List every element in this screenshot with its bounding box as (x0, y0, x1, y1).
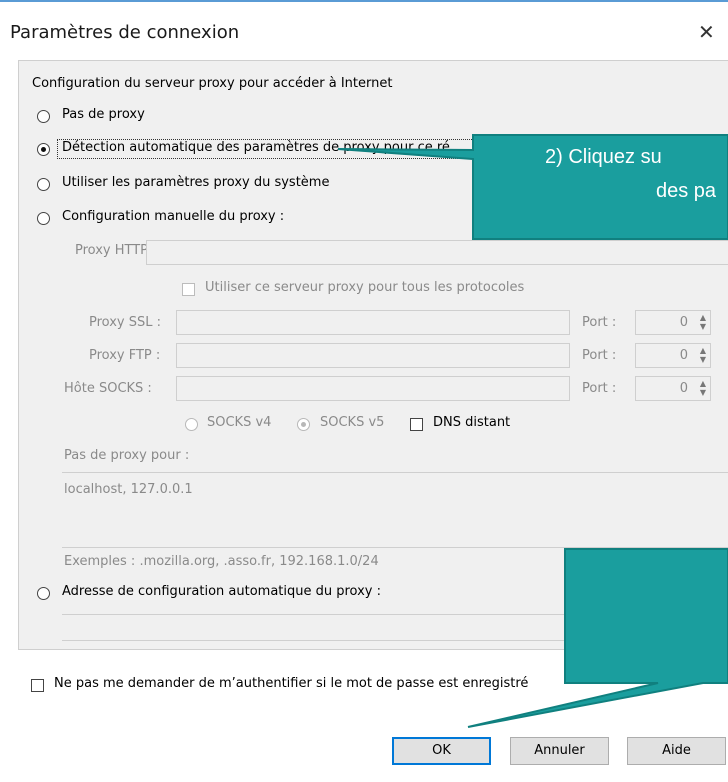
autoconfig-url-input-top (62, 614, 728, 615)
no-proxy-for-label: Pas de proxy pour : (64, 448, 190, 463)
ftp-port-stepper[interactable]: 0 ▲ ▼ (635, 343, 711, 368)
callout-text: 2) Cliquez su des pa (545, 140, 716, 208)
window-top-border (0, 0, 728, 2)
use-all-protocols-label: Utiliser ce serveur proxy pour tous les … (205, 280, 525, 295)
radio-no-proxy[interactable] (37, 110, 50, 123)
proxy-http-label: Proxy HTTP : (75, 243, 157, 258)
radio-system-proxy-label[interactable]: Utiliser les paramètres proxy du système (62, 175, 329, 190)
radio-socks-v4[interactable] (185, 418, 198, 431)
dns-remote-checkbox[interactable] (410, 418, 423, 431)
proxy-ftp-label: Proxy FTP : (89, 348, 161, 363)
radio-manual-proxy[interactable] (37, 212, 50, 225)
proxy-http-input[interactable] (146, 240, 728, 265)
radio-no-proxy-label[interactable]: Pas de proxy (62, 107, 145, 122)
spin-arrows-icon[interactable]: ▲ ▼ (700, 346, 706, 364)
auth-checkbox-label[interactable]: Ne pas me demander de m’authentifier si … (54, 676, 528, 691)
socks-host-input[interactable] (176, 376, 570, 401)
socks-port-value: 0 (679, 381, 688, 396)
no-proxy-textarea-bottom (62, 547, 728, 548)
proxy-ssl-input[interactable] (176, 310, 570, 335)
spin-arrows-icon[interactable]: ▲ ▼ (700, 313, 706, 331)
no-proxy-value[interactable]: localhost, 127.0.0.1 (64, 482, 193, 497)
use-all-protocols-checkbox[interactable] (182, 283, 195, 296)
socks-v4-label: SOCKS v4 (207, 415, 272, 430)
ok-button[interactable]: OK (392, 737, 491, 765)
dialog-title: Paramètres de connexion (10, 22, 240, 43)
help-button[interactable]: Aide (627, 737, 726, 765)
radio-auto-detect[interactable] (37, 143, 50, 156)
proxy-ssl-label: Proxy SSL : (89, 315, 162, 330)
radio-system-proxy[interactable] (37, 178, 50, 191)
ftp-port-value: 0 (679, 348, 688, 363)
ssl-port-stepper[interactable]: 0 ▲ ▼ (635, 310, 711, 335)
socks-port-stepper[interactable]: 0 ▲ ▼ (635, 376, 711, 401)
socks-v5-label: SOCKS v5 (320, 415, 385, 430)
radio-manual-proxy-label[interactable]: Configuration manuelle du proxy : (62, 209, 284, 224)
no-proxy-textarea-top (62, 472, 728, 473)
cancel-button[interactable]: Annuler (510, 737, 609, 765)
examples-hint: Exemples : .mozilla.org, .asso.fr, 192.1… (64, 554, 379, 569)
radio-autoconfig-url[interactable] (37, 587, 50, 600)
ssl-port-value: 0 (679, 315, 688, 330)
proxy-group-heading: Configuration du serveur proxy pour accé… (32, 76, 393, 91)
ssl-port-label: Port : (582, 315, 617, 330)
ftp-port-label: Port : (582, 348, 617, 363)
spin-arrows-icon[interactable]: ▲ ▼ (700, 379, 706, 397)
auth-checkbox[interactable] (31, 679, 44, 692)
socks-host-label: Hôte SOCKS : (64, 381, 152, 396)
callout-line-1: 2) Cliquez su (545, 146, 662, 168)
autoconfig-url-input-bottom (62, 640, 728, 641)
socks-port-label: Port : (582, 381, 617, 396)
radio-socks-v5[interactable] (297, 418, 310, 431)
radio-auto-detect-label[interactable]: Détection automatique des paramètres de … (62, 140, 450, 155)
callout-line-2: des pa (656, 180, 717, 202)
proxy-ftp-input[interactable] (176, 343, 570, 368)
autoconfig-url-label[interactable]: Adresse de configuration automatique du … (62, 584, 381, 599)
dns-remote-label: DNS distant (433, 415, 511, 430)
close-icon[interactable]: ✕ (698, 20, 715, 44)
